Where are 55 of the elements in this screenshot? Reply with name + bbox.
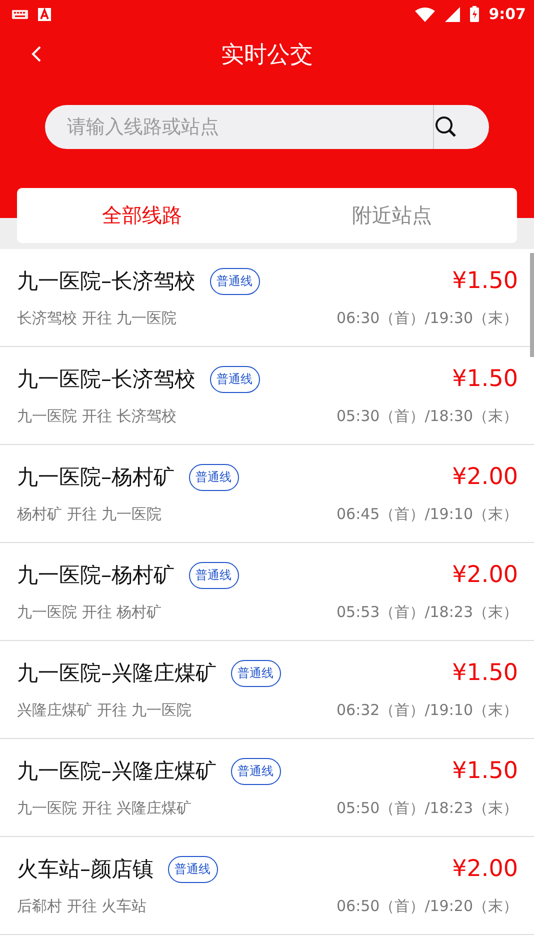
route-direction: 兴隆庄煤矿 开往 九一医院 <box>17 701 192 720</box>
search-field[interactable]: 请输入线路或站点 <box>45 105 433 149</box>
keyboard-icon <box>12 10 28 18</box>
fare-price: ¥1.50 <box>452 268 518 294</box>
route-type-badge: 普通线 <box>188 562 238 588</box>
route-direction: 长济驾校 开往 九一医院 <box>17 309 177 328</box>
service-hours: 06:45（首）/19:10（末） <box>336 505 518 524</box>
fare-price: ¥2.00 <box>452 856 518 882</box>
route-item[interactable]: 火车站–颜店镇 普通线 ¥2.00 后郗村 开往 火车站 06:50（首）/19:20（末） <box>0 837 534 935</box>
route-direction: 杨村矿 开往 九一医院 <box>17 505 162 524</box>
fare-price: ¥1.50 <box>452 660 518 686</box>
route-item[interactable]: 九一医院–杨村矿 普通线 ¥2.00 杨村矿 开往 九一医院 06:45（首）/19:10（末） <box>0 445 534 543</box>
route-item[interactable]: 九一医院–长济驾校 普通线 ¥1.50 长济驾校 开往 九一医院 06:30（首）/19:30（末） <box>0 249 534 347</box>
battery-icon <box>470 6 479 22</box>
route-name: 九一医院–杨村矿 <box>17 464 174 491</box>
service-hours: 06:32（首）/19:10（末） <box>336 701 518 720</box>
fare-price: ¥1.50 <box>452 366 518 392</box>
route-name: 九一医院–长济驾校 <box>17 366 196 393</box>
route-item[interactable]: 九一医院–兴隆庄煤矿 普通线 ¥1.50 兴隆庄煤矿 开往 九一医院 06:32（首）/19:10（末） <box>0 641 534 739</box>
route-name: 九一医院–兴隆庄煤矿 <box>17 758 216 785</box>
fare-price: ¥2.00 <box>452 562 518 588</box>
route-item[interactable]: 九一医院–兴隆庄煤矿 普通线 ¥1.50 九一医院 开往 兴隆庄煤矿 05:50（首）/18:23（末） <box>0 739 534 837</box>
route-item[interactable]: 九一医院–长济驾校 普通线 ¥1.50 九一医院 开往 长济驾校 05:30（首）/18:30（末） <box>0 347 534 445</box>
app-notification-icon <box>38 8 51 20</box>
route-name: 九一医院–兴隆庄煤矿 <box>17 660 216 687</box>
route-type-badge: 普通线 <box>168 856 218 882</box>
tab[interactable]: 全部线路 <box>17 188 267 243</box>
service-hours: 06:30（首）/19:30（末） <box>336 309 518 328</box>
clock-time: 9:07 <box>488 5 526 23</box>
route-direction: 九一医院 开往 兴隆庄煤矿 <box>17 799 192 818</box>
route-direction: 九一医院 开往 长济驾校 <box>17 407 177 426</box>
route-name: 九一医院–杨村矿 <box>17 562 174 589</box>
service-hours: 05:30（首）/18:30（末） <box>336 407 518 426</box>
scrollbar[interactable] <box>530 253 534 357</box>
service-hours: 05:50（首）/18:23（末） <box>336 799 518 818</box>
service-hours: 06:50（首）/19:20（末） <box>336 897 518 916</box>
route-direction: 九一医院 开往 杨村矿 <box>17 603 162 622</box>
tab[interactable]: 附近站点 <box>267 188 517 243</box>
service-hours: 05:53（首）/18:23（末） <box>336 603 518 622</box>
route-name: 火车站–颜店镇 <box>17 856 154 883</box>
route-item[interactable]: 九一医院–杨村矿 普通线 ¥2.00 九一医院 开往 杨村矿 05:53（首）/18:23（末） <box>0 543 534 641</box>
route-direction: 后郗村 开往 火车站 <box>17 897 147 916</box>
route-name: 九一医院–长济驾校 <box>17 268 196 295</box>
route-type-badge: 普通线 <box>230 660 280 686</box>
page-title: 实时公交 <box>221 40 313 70</box>
route-type-badge: 普通线 <box>210 366 260 392</box>
route-type-badge: 普通线 <box>188 464 238 490</box>
fare-price: ¥1.50 <box>452 758 518 784</box>
route-type-badge: 普通线 <box>210 268 260 294</box>
search-button[interactable] <box>433 105 489 149</box>
fare-price: ¥2.00 <box>452 464 518 490</box>
search-icon <box>434 115 458 139</box>
wifi-icon <box>414 6 435 22</box>
signal-icon <box>444 6 460 22</box>
route-type-badge: 普通线 <box>230 758 280 784</box>
